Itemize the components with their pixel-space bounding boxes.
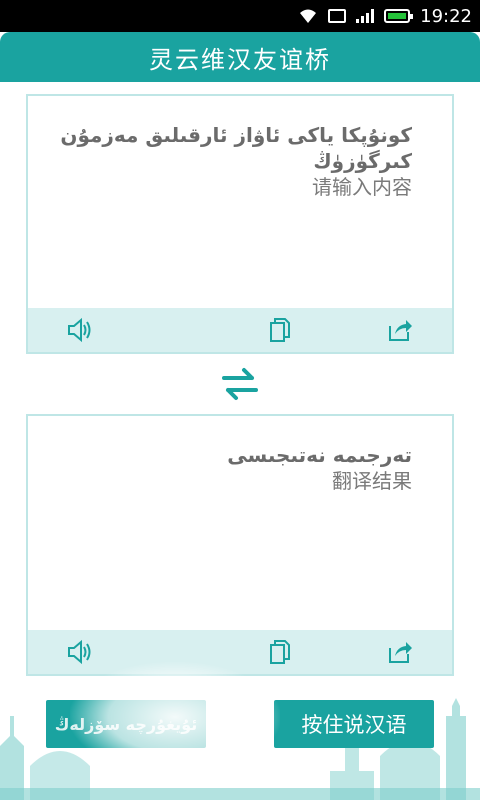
status-time: 19:22 <box>420 5 472 27</box>
status-bar: 19:22 <box>0 0 480 32</box>
mandarin-speak-label: 按住说汉语 <box>301 713 407 737</box>
uyghur-placeholder-line1: كونۇپكا ياكى ئاۋاز ئارقىلىق مەزمۇن <box>60 123 412 147</box>
input-panel[interactable]: كونۇپكا ياكى ئاۋاز ئارقىلىق مەزمۇن كىرگۈ… <box>26 94 454 354</box>
copy-icon[interactable] <box>266 638 294 666</box>
uyghur-speak-button[interactable]: ئۇيغۇرچە سۆزلەڭ <box>46 700 206 748</box>
status-icons: 19:22 <box>298 0 472 32</box>
battery-icon <box>384 9 414 23</box>
copy-icon[interactable] <box>266 316 294 344</box>
input-placeholder: 请输入内容 <box>312 175 412 199</box>
app-header: 灵云维汉友谊桥 <box>0 32 480 82</box>
output-panel: تەرجىمە نەتىجىسى 翻译结果 <box>26 414 454 676</box>
mandarin-speak-button[interactable]: 按住说汉语 <box>274 700 434 748</box>
speaker-icon[interactable] <box>66 638 94 666</box>
share-icon[interactable] <box>386 638 414 666</box>
signal-icon <box>356 9 375 23</box>
app-title: 灵云维汉友谊桥 <box>149 45 331 74</box>
wifi-icon <box>298 8 318 24</box>
input-text-area[interactable]: كونۇپكا ياكى ئاۋاز ئارقىلىق مەزمۇن كىرگۈ… <box>60 122 412 200</box>
sim-icon <box>328 9 347 23</box>
uyghur-result-label: تەرجىمە نەتىجىسى <box>227 443 412 467</box>
speaker-icon[interactable] <box>66 316 94 344</box>
input-toolbar <box>28 308 452 352</box>
swap-arrows-icon[interactable] <box>218 362 262 406</box>
output-text-area: تەرجىمە نەتىجىسى 翻译结果 <box>227 442 412 494</box>
uyghur-placeholder-line2: كىرگۈزۈڭ <box>313 149 412 173</box>
uyghur-speak-label: ئۇيغۇرچە سۆزلەڭ <box>54 714 198 734</box>
result-label: 翻译结果 <box>332 469 412 493</box>
output-toolbar <box>28 630 452 674</box>
share-icon[interactable] <box>386 316 414 344</box>
